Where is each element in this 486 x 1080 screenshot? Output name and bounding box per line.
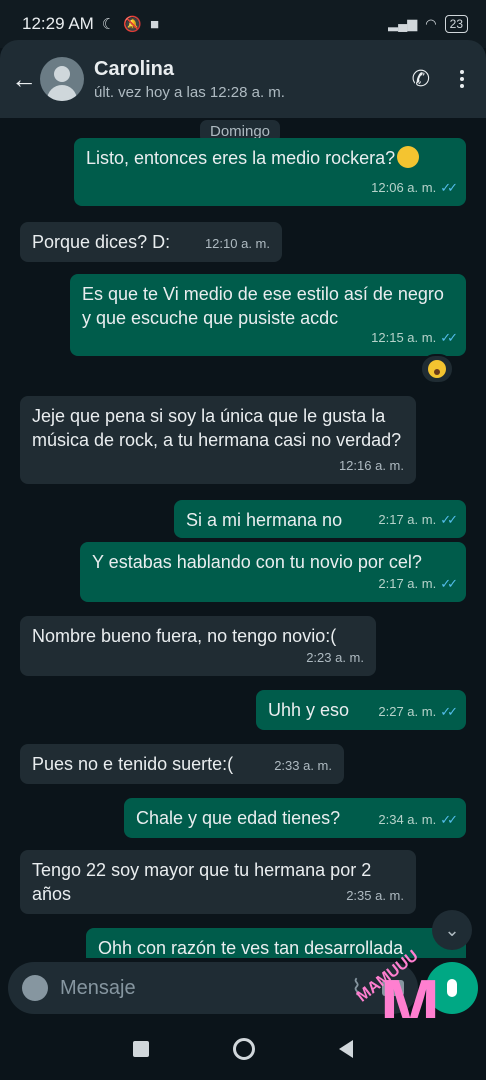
read-ticks-icon: ✓✓ bbox=[440, 330, 458, 345]
mic-icon bbox=[447, 979, 457, 997]
mic-button[interactable] bbox=[426, 962, 478, 1014]
battery-icon: 23 bbox=[444, 15, 468, 33]
scroll-down-icon[interactable]: ⌄ bbox=[432, 910, 472, 950]
surprised-emoji-icon bbox=[428, 360, 446, 378]
back-triangle-icon[interactable] bbox=[339, 1040, 353, 1058]
message-text: Nombre bueno fuera, no tengo novio:( bbox=[32, 626, 337, 646]
message-time: 2:27 a. m. bbox=[378, 704, 437, 719]
read-ticks-icon: ✓✓ bbox=[440, 180, 458, 195]
message-time: 12:16 a. m. bbox=[338, 458, 404, 473]
system-nav-bar bbox=[0, 1018, 486, 1080]
message-time: 12:06 a. m. bbox=[371, 180, 437, 195]
message-time: 2:33 a. m. bbox=[274, 758, 332, 773]
message-bubble-outgoing[interactable]: Chale y que edad tienes? 2:34 a. m. ✓✓ bbox=[124, 798, 466, 838]
status-time: 12:29 AM bbox=[22, 14, 94, 33]
message-input[interactable] bbox=[60, 976, 344, 1000]
grinning-emoji-icon bbox=[397, 146, 420, 168]
more-options-icon[interactable] bbox=[460, 70, 464, 88]
message-text: Ohh con razón te ves tan desarrollada bbox=[98, 938, 404, 958]
message-text: Listo, entonces eres la medio rockera? bbox=[86, 148, 396, 168]
add-call-icon[interactable]: ✆ bbox=[412, 66, 430, 92]
message-text: Es que te Vi medio de ese estilo así de … bbox=[82, 284, 444, 328]
message-bubble-incoming[interactable]: Porque dices? D: 12:10 a. m. bbox=[20, 222, 282, 262]
wifi-icon: ◠ bbox=[425, 16, 437, 31]
message-bubble-outgoing[interactable]: Ohh con razón te ves tan desarrollada bbox=[86, 928, 466, 958]
message-time: 2:17 a. m. bbox=[378, 576, 437, 591]
read-ticks-icon: ✓✓ bbox=[440, 576, 458, 591]
message-time: 2:17 a. m. bbox=[378, 512, 437, 527]
recents-icon[interactable] bbox=[133, 1041, 149, 1057]
message-bubble-incoming[interactable]: Jeje que pena si soy la única que le gus… bbox=[20, 396, 416, 484]
mute-bell-icon: 🔕 bbox=[123, 16, 142, 33]
message-bubble-incoming[interactable]: Pues no e tenido suerte:( 2:33 a. m. bbox=[20, 744, 344, 784]
back-arrow-icon[interactable]: ← bbox=[6, 64, 42, 95]
message-bubble-outgoing[interactable]: Y estabas hablando con tu novio por cel?… bbox=[80, 542, 466, 602]
message-text: Uhh y eso bbox=[268, 700, 350, 720]
camera-icon[interactable] bbox=[382, 980, 404, 996]
message-text: Pues no e tenido suerte:( bbox=[32, 754, 234, 774]
message-text: Chale y que edad tienes? bbox=[136, 808, 341, 828]
message-bubble-incoming[interactable]: Nombre bueno fuera, no tengo novio:( 2:2… bbox=[20, 616, 376, 676]
signal-icon: ▂▄▆ bbox=[388, 16, 418, 31]
contact-info[interactable]: Carolina últ. vez hoy a las 12:28 a. m. bbox=[94, 58, 412, 101]
message-bubble-outgoing[interactable]: Si a mi hermana no 2:17 a. m. ✓✓ bbox=[174, 500, 466, 538]
message-time: 12:10 a. m. bbox=[204, 236, 270, 251]
message-time: 2:23 a. m. bbox=[306, 650, 364, 665]
read-ticks-icon: ✓✓ bbox=[440, 812, 458, 827]
contact-name: Carolina bbox=[94, 57, 175, 80]
message-text: Y estabas hablando con tu novio por cel? bbox=[92, 552, 422, 572]
reaction-emoji[interactable] bbox=[420, 354, 454, 384]
message-input-box: ⌇ bbox=[8, 962, 418, 1014]
read-ticks-icon: ✓✓ bbox=[440, 704, 458, 719]
read-ticks-icon: ✓✓ bbox=[440, 512, 458, 527]
message-bubble-outgoing[interactable]: Es que te Vi medio de ese estilo así de … bbox=[70, 274, 466, 356]
video-icon: ■ bbox=[149, 15, 160, 33]
message-bubble-incoming[interactable]: Tengo 22 soy mayor que tu hermana por 2 … bbox=[20, 850, 416, 914]
message-text: Porque dices? D: bbox=[32, 232, 171, 252]
emoji-icon[interactable] bbox=[22, 975, 48, 1001]
attach-icon[interactable]: ⌇ bbox=[351, 975, 362, 1001]
message-time: 2:35 a. m. bbox=[346, 888, 404, 903]
message-bubble-outgoing[interactable]: Listo, entonces eres la medio rockera? 1… bbox=[74, 138, 466, 206]
message-time: 12:15 a. m. bbox=[371, 330, 437, 345]
moon-icon: ☾ bbox=[101, 16, 116, 33]
home-icon[interactable] bbox=[233, 1038, 255, 1060]
message-text: Tengo 22 soy mayor que tu hermana por 2 … bbox=[32, 860, 372, 904]
message-list: Domingo Listo, entonces eres la medio ro… bbox=[0, 118, 486, 958]
avatar[interactable] bbox=[40, 57, 84, 101]
chat-header: ← Carolina últ. vez hoy a las 12:28 a. m… bbox=[0, 40, 486, 118]
message-text: Si a mi hermana no bbox=[186, 510, 343, 530]
message-time: 2:34 a. m. bbox=[378, 812, 437, 827]
message-text: Jeje que pena si soy la única que le gus… bbox=[32, 406, 402, 450]
message-bubble-outgoing[interactable]: Uhh y eso 2:27 a. m. ✓✓ bbox=[256, 690, 466, 730]
last-seen-status: últ. vez hoy a las 12:28 a. m. bbox=[94, 83, 285, 101]
message-composer: ⌇ bbox=[0, 958, 486, 1018]
